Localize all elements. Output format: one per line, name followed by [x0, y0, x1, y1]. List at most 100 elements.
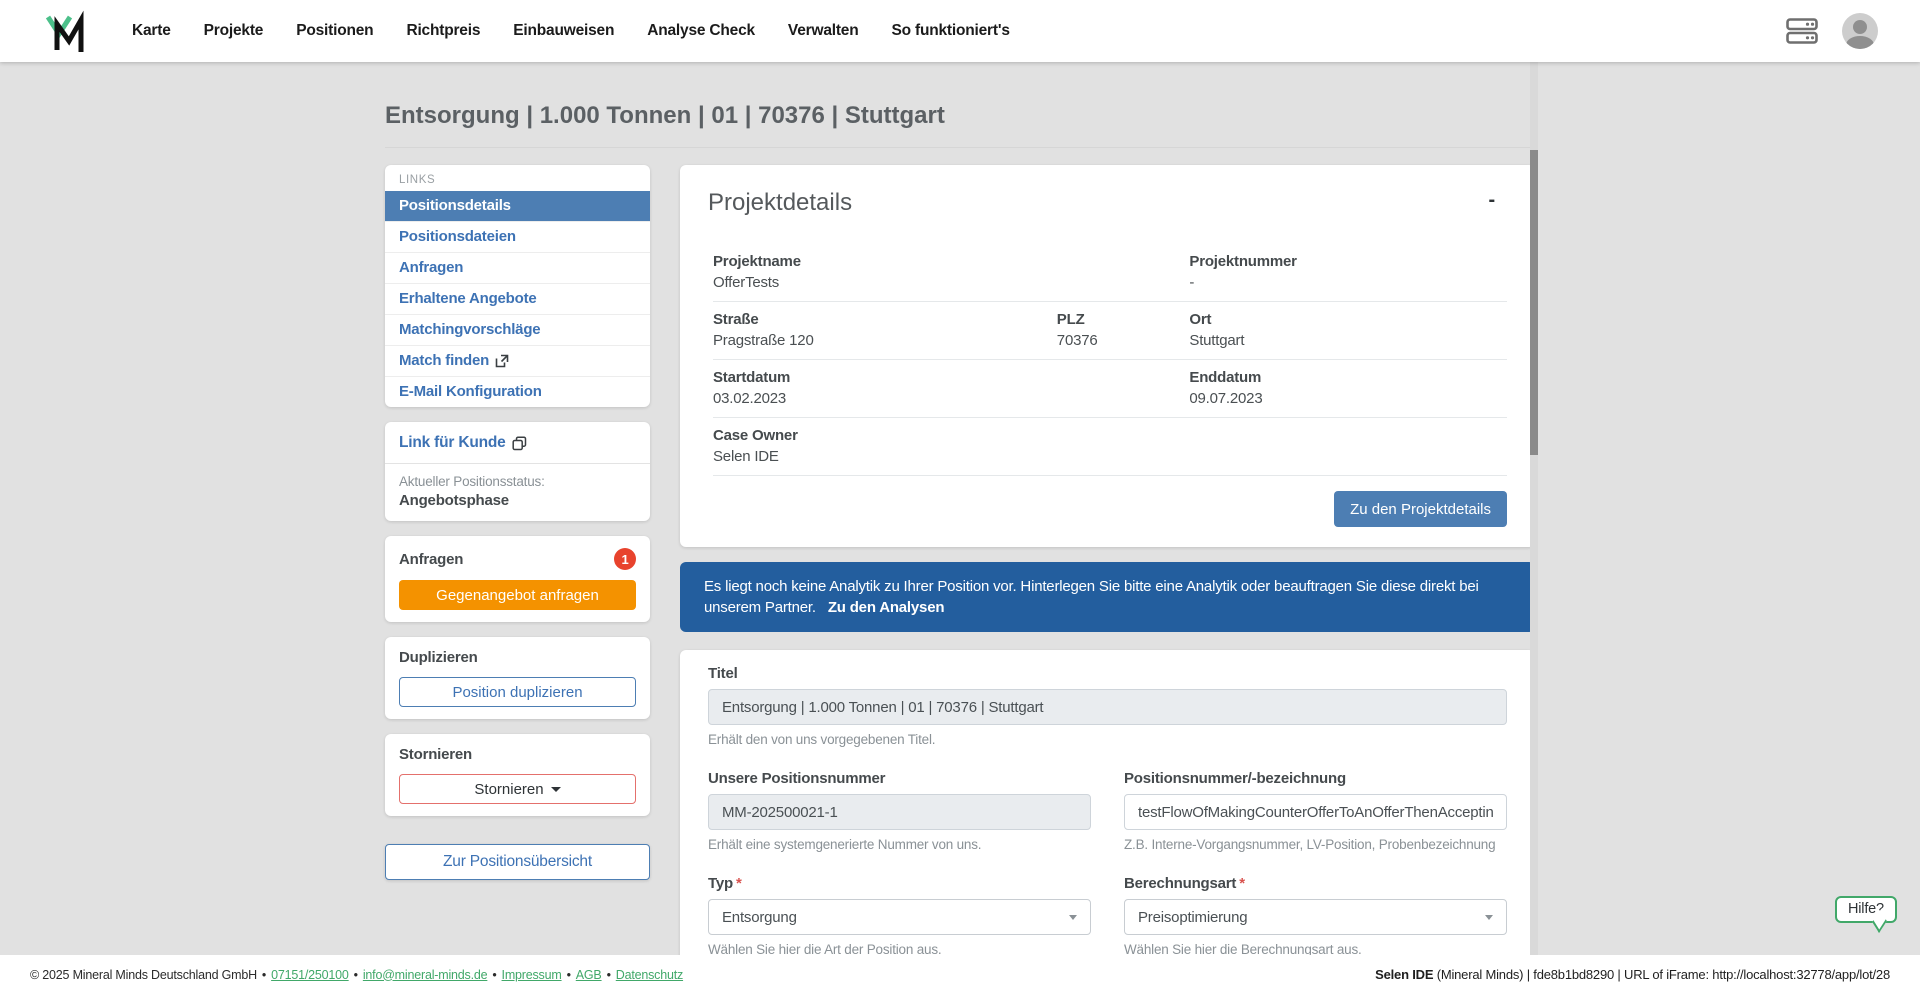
content-area: Entsorgung | 1.000 Tonnen | 01 | 70376 |…	[0, 62, 1920, 955]
sidebar-item-erhaltene-angebote[interactable]: Erhaltene Angebote	[385, 283, 650, 314]
field-value: Selen IDE	[713, 448, 779, 465]
sidebar-item-email-konfiguration[interactable]: E-Mail Konfiguration	[385, 376, 650, 407]
nav-item-verwalten[interactable]: Verwalten	[788, 22, 859, 40]
position-duplizieren-button[interactable]: Position duplizieren	[399, 677, 636, 707]
hilfe-button[interactable]: Hilfe?	[1835, 896, 1897, 923]
sidebar-item-label: E-Mail Konfiguration	[399, 383, 542, 400]
avatar-shoulders-icon	[1846, 36, 1874, 49]
typ-help: Wählen Sie hier die Art der Position aus…	[708, 942, 942, 955]
nav-item-einbauweisen[interactable]: Einbauweisen	[513, 22, 614, 40]
copyright-text: © 2025 Mineral Minds Deutschland GmbH	[30, 967, 257, 982]
typ-select[interactable]: Entsorgung	[708, 899, 1091, 935]
zu-den-analysen-link[interactable]: Zu den Analysen	[828, 599, 945, 616]
footer-user-name: Selen IDE	[1375, 967, 1434, 982]
footer-separator: •	[261, 967, 267, 982]
anfragen-count-badge: 1	[614, 548, 636, 570]
duplizieren-card-title: Duplizieren	[399, 649, 478, 666]
unsere-positionsnummer-help: Erhält eine systemgenerierte Nummer von …	[708, 837, 982, 852]
nav-item-richtpreis[interactable]: Richtpreis	[406, 22, 480, 40]
required-asterisk: *	[1239, 875, 1245, 892]
user-avatar[interactable]	[1842, 13, 1878, 49]
page-title: Entsorgung | 1.000 Tonnen | 01 | 70376 |…	[385, 102, 945, 129]
zur-positionsuebersicht-button[interactable]: Zur Positionsübersicht	[385, 844, 650, 880]
position-form-card: Titel Erhält den von uns vorgegebenen Ti…	[680, 650, 1535, 955]
footer-separator: •	[606, 967, 611, 982]
divider	[385, 463, 650, 464]
field-label: PLZ	[1056, 311, 1085, 328]
stornieren-dropdown-button[interactable]: Stornieren	[399, 774, 636, 804]
nav-item-projekte[interactable]: Projekte	[204, 22, 264, 40]
sidebar-item-anfragen[interactable]: Anfragen	[385, 252, 650, 283]
nav-item-positionen[interactable]: Positionen	[296, 22, 373, 40]
stornieren-card-title: Stornieren	[399, 746, 473, 763]
footer-link-datenschutz[interactable]: Datenschutz	[616, 968, 683, 982]
collapse-toggle[interactable]: -	[1489, 190, 1496, 210]
footer-link-email[interactable]: info@mineral-minds.de	[363, 968, 488, 982]
nav-item-so-funktionierts[interactable]: So funktioniert's	[892, 22, 1010, 40]
gegenangebot-anfragen-button[interactable]: Gegenangebot anfragen	[399, 580, 636, 610]
project-row: Straße Pragstraße 120 PLZ 70376 Ort Stut…	[713, 302, 1507, 360]
field-label: Startdatum	[713, 369, 791, 386]
field-label: Straße	[713, 311, 759, 328]
titel-label: Titel	[708, 665, 738, 682]
titel-help: Erhält den von uns vorgegebenen Titel.	[708, 732, 936, 747]
iframe-scrollbar-thumb[interactable]	[1530, 150, 1538, 455]
sidebar-item-positionsdateien[interactable]: Positionsdateien	[385, 221, 650, 252]
nav-item-karte[interactable]: Karte	[132, 22, 171, 40]
project-row: Startdatum 03.02.2023 Enddatum 09.07.202…	[713, 360, 1507, 418]
footer-link-agb[interactable]: AGB	[576, 968, 602, 982]
field-label: Ort	[1189, 311, 1212, 328]
field-value: Pragstraße 120	[713, 332, 814, 349]
sidebar: LINKS Positionsdetails Positionsdateien …	[385, 165, 650, 880]
project-row: Case Owner Selen IDE	[713, 418, 1507, 476]
typ-label: Typ *	[708, 875, 1091, 892]
unsere-positionsnummer-input[interactable]	[708, 794, 1091, 830]
customer-link[interactable]: Link für Kunde	[399, 434, 527, 452]
footer-session-info: Selen IDE (Mineral Minds) | fde8b1bd8290…	[1375, 967, 1890, 982]
footer-separator: •	[566, 967, 571, 982]
typ-label-text: Typ	[708, 875, 733, 892]
chevron-down-icon	[1485, 915, 1493, 920]
customer-link-card: Link für Kunde Aktueller Positionsstatus…	[385, 422, 650, 521]
positionsbezeichnung-label: Positionsnummer/-bezeichnung	[1124, 770, 1346, 787]
links-card: LINKS Positionsdetails Positionsdateien …	[385, 165, 650, 407]
footer-left: © 2025 Mineral Minds Deutschland GmbH • …	[30, 968, 683, 982]
typ-selected-value: Entsorgung	[722, 908, 797, 926]
anfragen-card: Anfragen 1 Gegenangebot anfragen	[385, 536, 650, 622]
status-label: Aktueller Positionsstatus:	[399, 474, 545, 489]
berechnungsart-label-text: Berechnungsart	[1124, 875, 1237, 892]
server-list-icon[interactable]	[1786, 18, 1818, 44]
project-row: Projektname OfferTests Projektnummer -	[713, 244, 1507, 302]
chevron-down-icon	[550, 786, 561, 792]
sidebar-item-label: Match finden	[399, 352, 490, 369]
footer-link-phone[interactable]: 07151/250100	[271, 968, 349, 982]
status-value: Angebotsphase	[399, 492, 509, 509]
zu-den-projektdetails-button[interactable]: Zu den Projektdetails	[1334, 491, 1507, 527]
field-value: -	[1189, 274, 1195, 291]
sidebar-item-matchingvorschlaege[interactable]: Matchingvorschläge	[385, 314, 650, 345]
positionsbezeichnung-input[interactable]	[1124, 794, 1507, 830]
nav-item-analyse-check[interactable]: Analyse Check	[647, 22, 755, 40]
iframe-scrollbar-track[interactable]	[1530, 62, 1538, 955]
unsere-positionsnummer-label: Unsere Positionsnummer	[708, 770, 886, 787]
field-label: Projektnummer	[1189, 253, 1297, 270]
sidebar-item-label: Matchingvorschläge	[399, 321, 541, 338]
field-label: Projektname	[713, 253, 801, 270]
projektdetails-title: Projektdetails	[708, 189, 853, 216]
berechnungsart-select[interactable]: Preisoptimierung	[1124, 899, 1507, 935]
field-label: Case Owner	[713, 427, 798, 444]
field-value: 09.07.2023	[1189, 390, 1263, 407]
sidebar-item-positionsdetails[interactable]: Positionsdetails	[385, 191, 650, 221]
projektdetails-grid: Projektname OfferTests Projektnummer - S…	[708, 244, 1507, 476]
footer-session-details: (Mineral Minds) | fde8b1bd8290 | URL of …	[1433, 967, 1890, 982]
field-value: Stuttgart	[1189, 332, 1245, 349]
anfragen-card-title: Anfragen	[399, 550, 464, 568]
footer-link-impressum[interactable]: Impressum	[502, 968, 562, 982]
sidebar-item-match-finden[interactable]: Match finden	[385, 345, 650, 376]
field-value: 70376	[1056, 332, 1098, 349]
main-column: Projektdetails - Projektname OfferTests …	[680, 165, 1535, 955]
titel-input[interactable]	[708, 689, 1507, 725]
external-link-icon	[495, 354, 509, 367]
avatar-head-icon	[1853, 20, 1867, 34]
berechnungsart-selected-value: Preisoptimierung	[1138, 908, 1248, 926]
